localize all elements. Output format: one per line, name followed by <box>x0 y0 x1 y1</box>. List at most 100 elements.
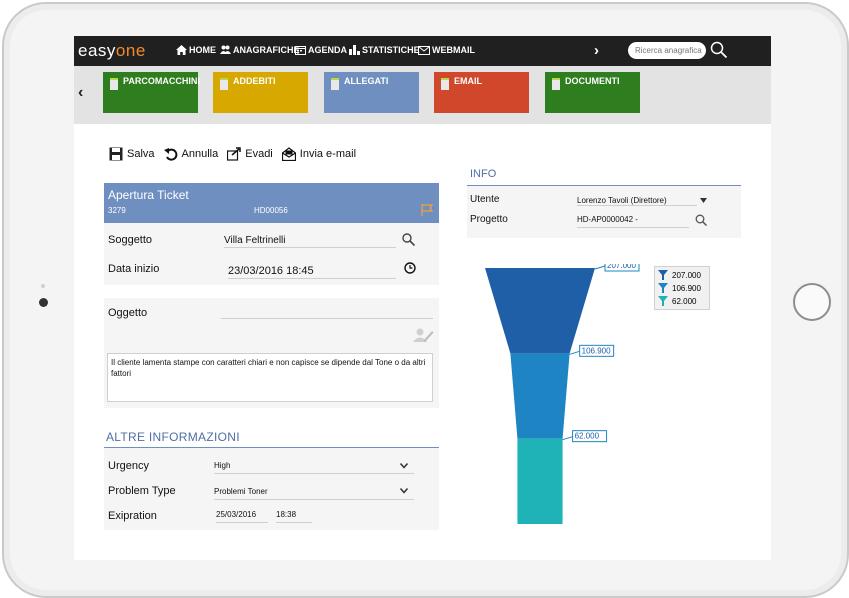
chevron-down-icon[interactable] <box>400 463 408 469</box>
nav-anagrafiche[interactable]: ANAGRAFICHE <box>220 45 300 55</box>
nav-home[interactable]: HOME <box>176 45 216 55</box>
chart-legend: 207.000 106.900 62.000 <box>654 266 710 310</box>
save-label: Salva <box>127 148 155 160</box>
calendar-icon <box>295 46 306 55</box>
search-icon[interactable] <box>402 233 415 246</box>
process-label: Evadi <box>245 148 273 160</box>
logo-easy: easy <box>78 41 116 60</box>
send-email-button[interactable]: Invia e-mail <box>281 147 357 161</box>
start-date-label: Data inizio <box>108 263 160 275</box>
legend-label-1: 207.000 <box>672 270 701 280</box>
main-content: Salva Annulla Evadi Invia e-mail Apertur… <box>74 124 771 560</box>
tile-documenti[interactable]: DOCUMENTI <box>545 72 640 113</box>
nav-statistiche-label: STATISTICHE <box>362 45 420 55</box>
urgency-label: Urgency <box>108 460 149 472</box>
legend-label-2: 106.900 <box>672 283 701 293</box>
tile-label: ADDEBITI <box>233 76 276 86</box>
open-envelope-icon <box>281 147 296 161</box>
tiles-prev-chevron-icon[interactable]: ‹ <box>78 84 83 102</box>
chevron-down-icon[interactable] <box>400 488 408 494</box>
problem-type-label: Problem Type <box>108 485 176 497</box>
data-label-3: 62.000 <box>575 432 600 441</box>
search-input[interactable] <box>628 42 706 59</box>
project-field[interactable]: HD-AP0000042 - <box>577 215 689 228</box>
nav-home-label: HOME <box>189 45 216 55</box>
nav-webmail-label: WEBMAIL <box>432 45 475 55</box>
subject-label: Soggetto <box>108 234 153 246</box>
nav-statistiche[interactable]: STATISTICHE <box>349 45 420 55</box>
subject-field[interactable]: Villa Feltrinelli <box>224 235 396 248</box>
document-icon <box>220 78 228 90</box>
funnel-icon <box>658 283 668 293</box>
project-label: Progetto <box>470 214 508 225</box>
legend-item-3: 62.000 <box>658 296 696 306</box>
home-hardware-button[interactable] <box>793 283 831 321</box>
save-button[interactable]: Salva <box>109 147 155 161</box>
tile-allegati[interactable]: ALLEGATI <box>324 72 419 113</box>
data-label-2: 106.900 <box>582 346 611 355</box>
undo-icon <box>163 148 177 161</box>
cancel-label: Annulla <box>181 148 219 160</box>
ticket-id: 3279 <box>108 206 126 215</box>
tile-email[interactable]: EMAIL <box>434 72 529 113</box>
object-field[interactable] <box>221 307 433 319</box>
ticket-main-fields: Soggetto Villa Feltrinelli Data inizio 2… <box>104 223 439 285</box>
ticket-code: HD00056 <box>254 206 288 215</box>
start-date-field[interactable]: 23/03/2016 18:45 <box>228 265 396 279</box>
other-info-title: ALTRE INFORMAZIONI <box>106 430 240 444</box>
camera <box>39 298 48 307</box>
tile-addebiti[interactable]: ADDEBITI <box>213 72 308 113</box>
tile-label: ALLEGATI <box>344 76 389 86</box>
object-label: Oggetto <box>108 307 148 319</box>
info-title: INFO <box>470 168 497 180</box>
data-label-connector <box>562 436 573 441</box>
tile-parcomacchini[interactable]: PARCOMACCHINI <box>103 72 200 113</box>
user-edit-icon[interactable] <box>412 327 434 343</box>
process-button[interactable]: Evadi <box>227 147 273 161</box>
user-label: Utente <box>470 194 500 205</box>
funnel-icon <box>658 270 668 280</box>
nav-agenda-label: AGENDA <box>308 45 348 55</box>
send-email-label: Invia e-mail <box>299 148 357 160</box>
legend-item-1: 207.000 <box>658 270 701 280</box>
top-navbar: easyone HOME ANAGRAFICHE AGENDA STATISTI… <box>74 36 771 66</box>
data-label-connector <box>569 350 580 355</box>
funnel-segment-2[interactable] <box>510 353 570 439</box>
urgency-select[interactable]: High <box>214 461 414 474</box>
funnel-segment-1[interactable] <box>485 268 595 354</box>
clock-icon[interactable] <box>404 262 416 274</box>
legend-item-2: 106.900 <box>658 283 701 293</box>
tile-label: DOCUMENTI <box>565 76 620 86</box>
description-textarea[interactable]: Il cliente lamenta stampe con caratteri … <box>107 353 433 402</box>
nav-agenda[interactable]: AGENDA <box>295 45 347 55</box>
data-label-1: 207.000 <box>607 264 636 270</box>
app-logo[interactable]: easyone <box>78 41 146 61</box>
logo-one: one <box>115 41 146 60</box>
users-icon <box>220 45 231 54</box>
problem-type-select[interactable]: Problemi Toner <box>214 487 414 500</box>
info-panel: Utente Lorenzo Tavoli (Direttore) Proget… <box>467 186 741 238</box>
mail-icon <box>418 45 430 55</box>
caret-down-icon[interactable] <box>700 198 707 203</box>
flag-icon[interactable] <box>420 203 434 217</box>
ticket-header: Apertura Ticket 3279 HD00056 <box>104 183 439 223</box>
export-icon <box>227 147 241 161</box>
nav-webmail[interactable]: WEBMAIL <box>418 45 475 55</box>
cancel-button[interactable]: Annulla <box>163 147 219 161</box>
expiration-date-field[interactable]: 25/03/2016 <box>216 510 268 523</box>
funnel-segment-3[interactable] <box>517 438 563 524</box>
nav-next-chevron-icon[interactable]: › <box>594 42 599 59</box>
search-icon[interactable] <box>695 214 707 226</box>
search-icon[interactable] <box>710 41 728 59</box>
document-icon <box>331 78 339 90</box>
bar-chart-icon <box>349 45 360 55</box>
document-icon <box>441 78 449 90</box>
action-toolbar: Salva Annulla Evadi Invia e-mail <box>109 147 356 161</box>
data-label-connector <box>594 265 606 270</box>
user-select[interactable]: Lorenzo Tavoli (Direttore) <box>577 196 697 206</box>
tile-label: PARCOMACCHINI <box>123 76 200 86</box>
funnel-icon <box>658 296 668 306</box>
sensor-dot <box>41 284 45 288</box>
expiration-time-field[interactable]: 18:38 <box>276 510 312 523</box>
object-panel: Oggetto Il cliente lamenta stampe con ca… <box>104 298 439 408</box>
